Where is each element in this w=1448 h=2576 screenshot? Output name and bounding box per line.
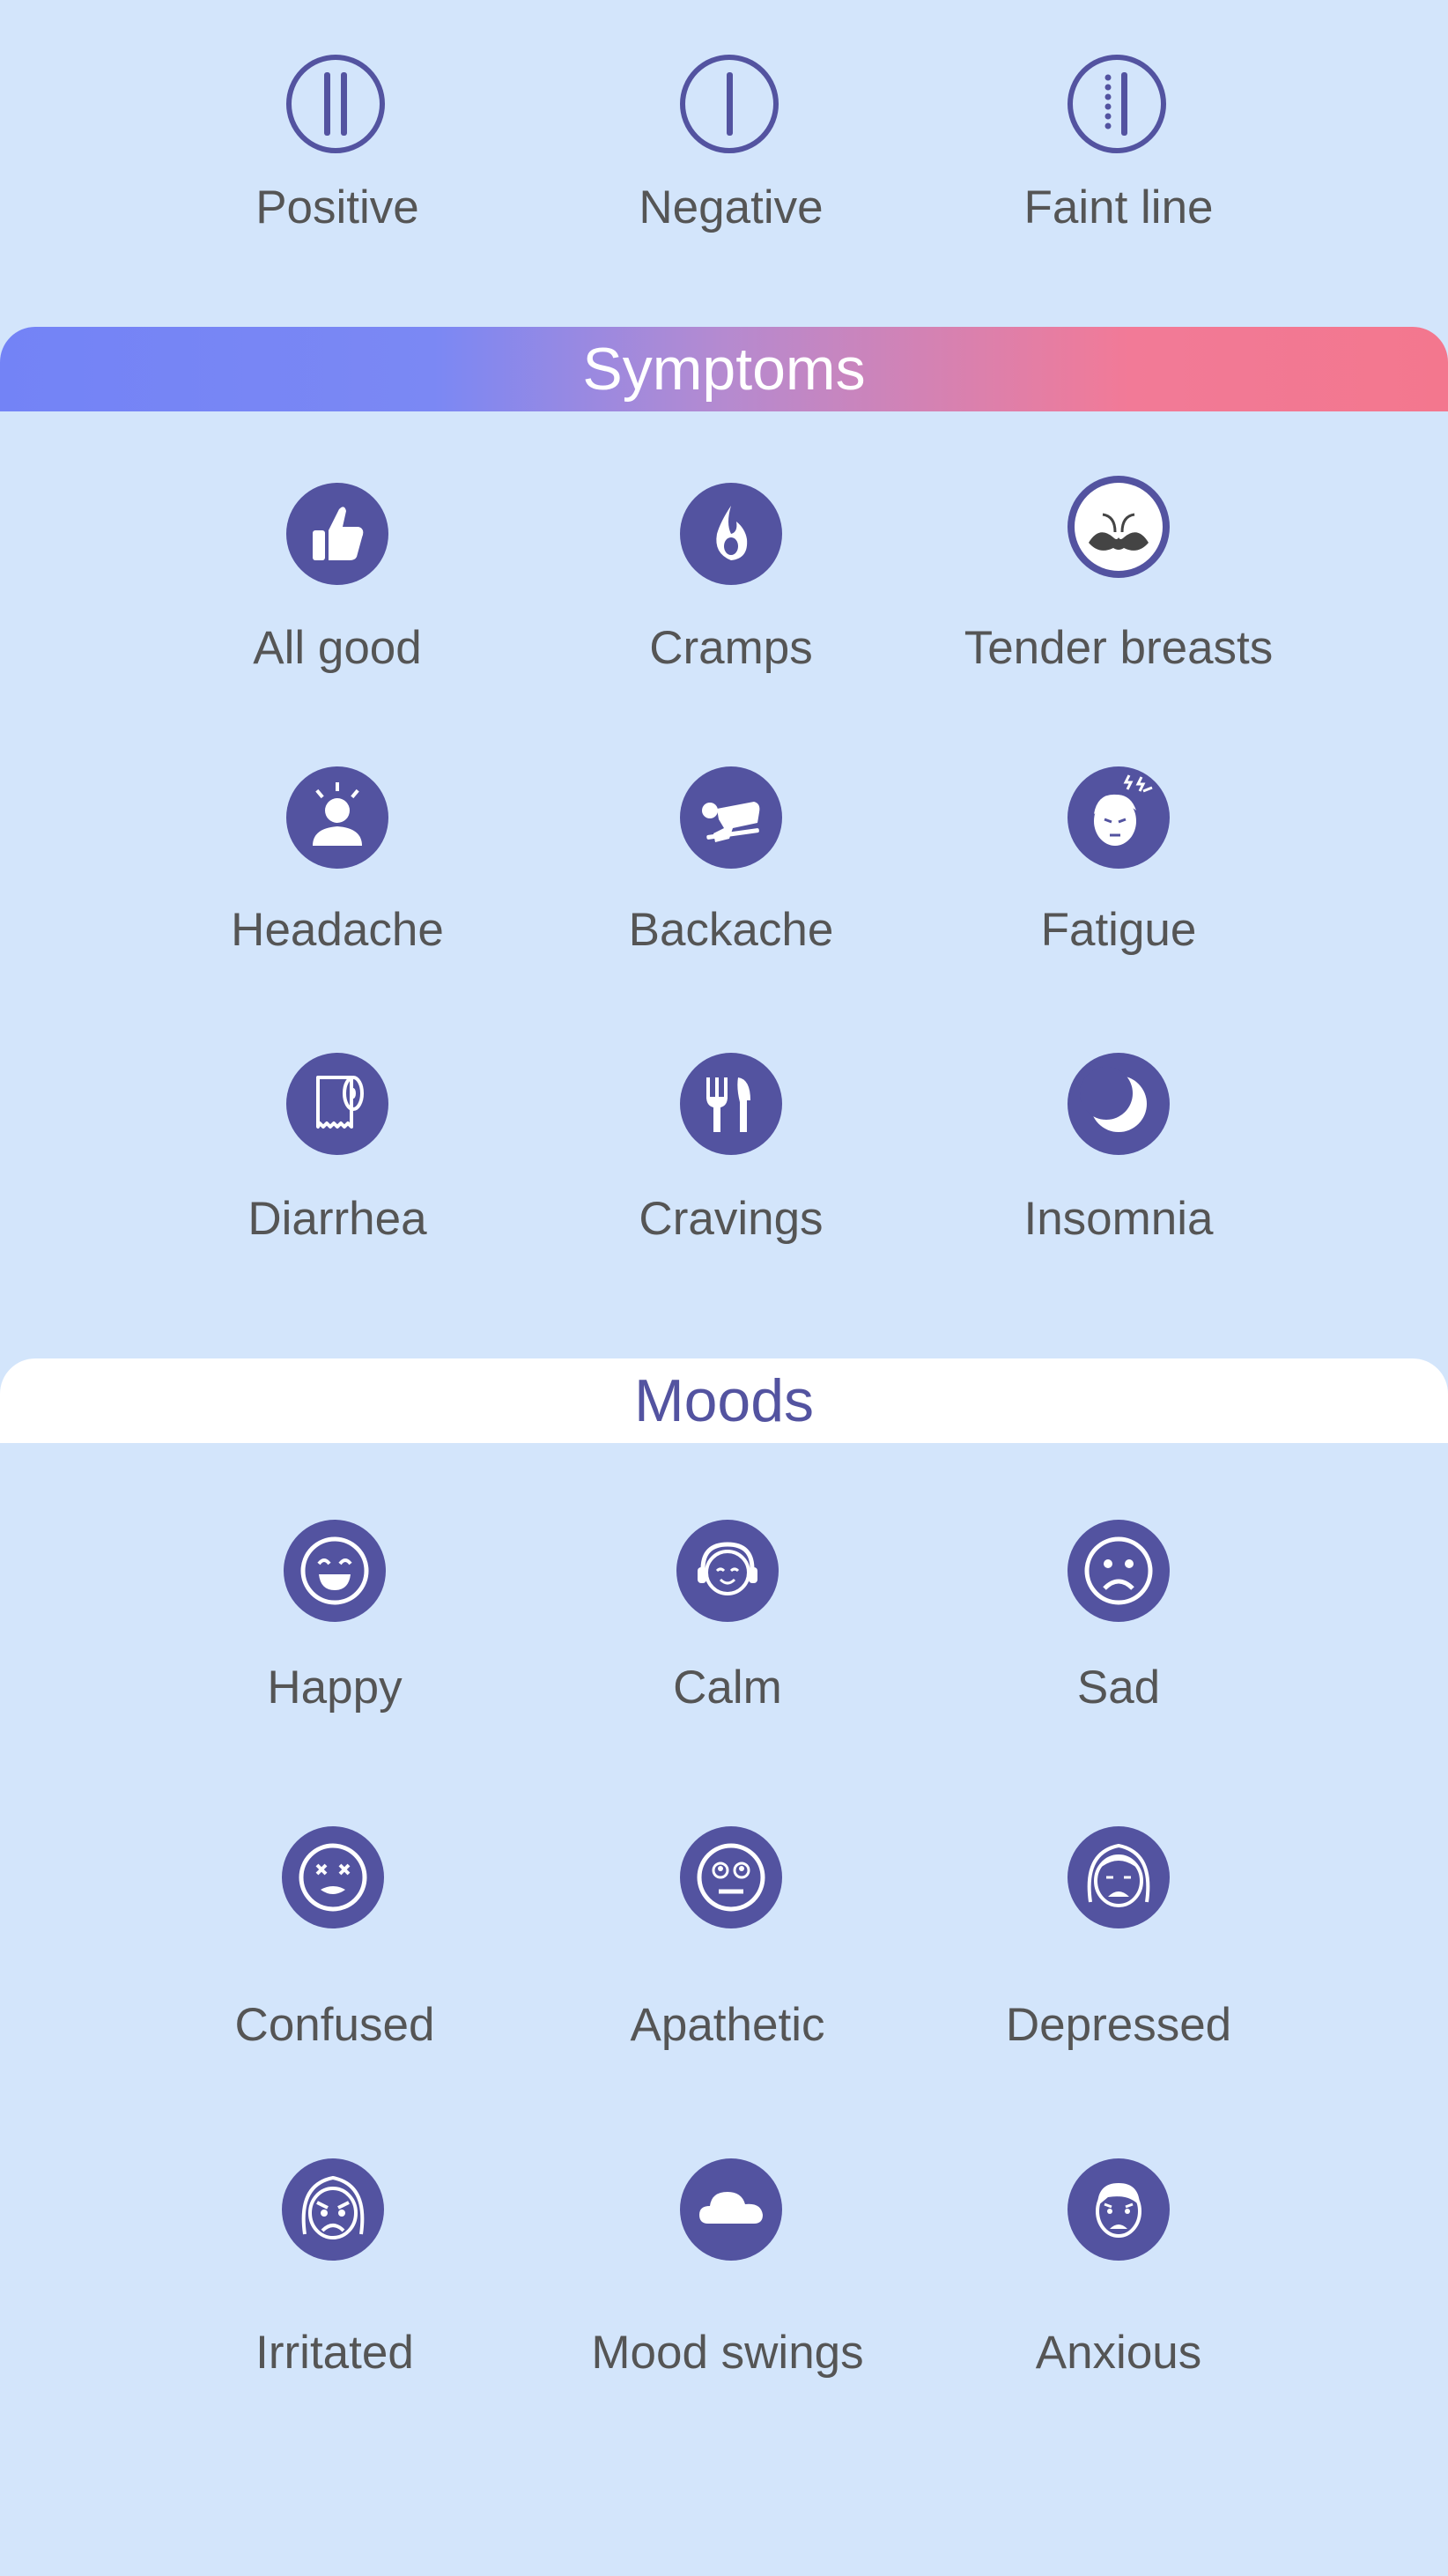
mood-confused[interactable]: Confused	[141, 1826, 528, 2055]
symptoms-header: Symptoms	[0, 327, 1448, 411]
calm-face-icon	[676, 1520, 779, 1622]
mood-confused-label: Confused	[234, 1999, 435, 2051]
symptom-cramps-label: Cramps	[649, 622, 813, 674]
faint-line-icon	[1068, 55, 1166, 153]
cloud-icon	[680, 2158, 782, 2261]
mood-apathetic-label: Apathetic	[630, 1999, 825, 2051]
confused-face-icon	[282, 1826, 384, 1928]
test-negative[interactable]: Negative	[537, 0, 925, 264]
thumbs-up-icon	[286, 483, 388, 585]
moon-icon	[1068, 1053, 1170, 1155]
mood-happy[interactable]: Happy	[141, 1520, 528, 1749]
symptom-cravings[interactable]: Cravings	[537, 1053, 925, 1264]
test-faint-line[interactable]: Faint line	[925, 0, 1312, 264]
depressed-face-icon	[1068, 1826, 1170, 1928]
symptom-insomnia[interactable]: Insomnia	[925, 1053, 1312, 1264]
mood-depressed[interactable]: Depressed	[925, 1826, 1312, 2055]
symptom-diarrhea-label: Diarrhea	[247, 1193, 427, 1245]
irritated-face-icon	[282, 2158, 384, 2261]
mood-mood-swings[interactable]: Mood swings	[534, 2158, 921, 2387]
breasts-icon	[1068, 476, 1170, 578]
happy-face-icon	[284, 1520, 386, 1622]
symptom-tender-breasts[interactable]: Tender breasts	[925, 476, 1312, 687]
mood-irritated-label: Irritated	[255, 2327, 414, 2379]
double-line-icon	[286, 55, 385, 153]
fatigue-face-icon	[1068, 766, 1170, 869]
symptom-cravings-label: Cravings	[639, 1193, 824, 1245]
fork-knife-icon	[680, 1053, 782, 1155]
mood-anxious[interactable]: Anxious	[925, 2158, 1312, 2387]
symptom-all-good[interactable]: All good	[144, 476, 531, 687]
single-line-icon	[680, 55, 779, 153]
mood-depressed-label: Depressed	[1005, 1999, 1232, 2051]
symptom-diarrhea[interactable]: Diarrhea	[144, 1053, 531, 1264]
toilet-paper-icon	[286, 1053, 388, 1155]
symptom-headache-label: Headache	[231, 904, 444, 956]
mood-sad[interactable]: Sad	[925, 1520, 1312, 1749]
test-positive[interactable]: Positive	[144, 0, 531, 264]
symptom-all-good-label: All good	[253, 622, 422, 674]
mood-sad-label: Sad	[1076, 1662, 1161, 1714]
symptom-fatigue[interactable]: Fatigue	[925, 766, 1312, 978]
sad-face-icon	[1068, 1520, 1170, 1622]
anxious-face-icon	[1068, 2158, 1170, 2261]
mood-anxious-label: Anxious	[1035, 2327, 1202, 2379]
apathetic-face-icon	[680, 1826, 782, 1928]
backache-icon	[680, 766, 782, 869]
mood-calm-label: Calm	[673, 1662, 782, 1714]
symptom-backache-label: Backache	[628, 904, 834, 956]
flame-icon	[680, 483, 782, 585]
symptom-backache[interactable]: Backache	[537, 766, 925, 978]
moods-header: Moods	[0, 1358, 1448, 1443]
mood-happy-label: Happy	[267, 1662, 403, 1714]
symptom-tender-breasts-label: Tender breasts	[964, 622, 1274, 674]
symptom-cramps[interactable]: Cramps	[537, 476, 925, 687]
symptom-fatigue-label: Fatigue	[1040, 904, 1197, 956]
headache-icon	[286, 766, 388, 869]
mood-irritated[interactable]: Irritated	[141, 2158, 528, 2387]
mood-calm[interactable]: Calm	[534, 1520, 921, 1749]
symptom-headache[interactable]: Headache	[144, 766, 531, 978]
test-faint-line-label: Faint line	[1023, 181, 1214, 233]
test-positive-label: Positive	[255, 181, 419, 233]
mood-apathetic[interactable]: Apathetic	[534, 1826, 921, 2055]
mood-mood-swings-label: Mood swings	[591, 2327, 864, 2379]
test-negative-label: Negative	[639, 181, 824, 233]
symptom-insomnia-label: Insomnia	[1023, 1193, 1214, 1245]
